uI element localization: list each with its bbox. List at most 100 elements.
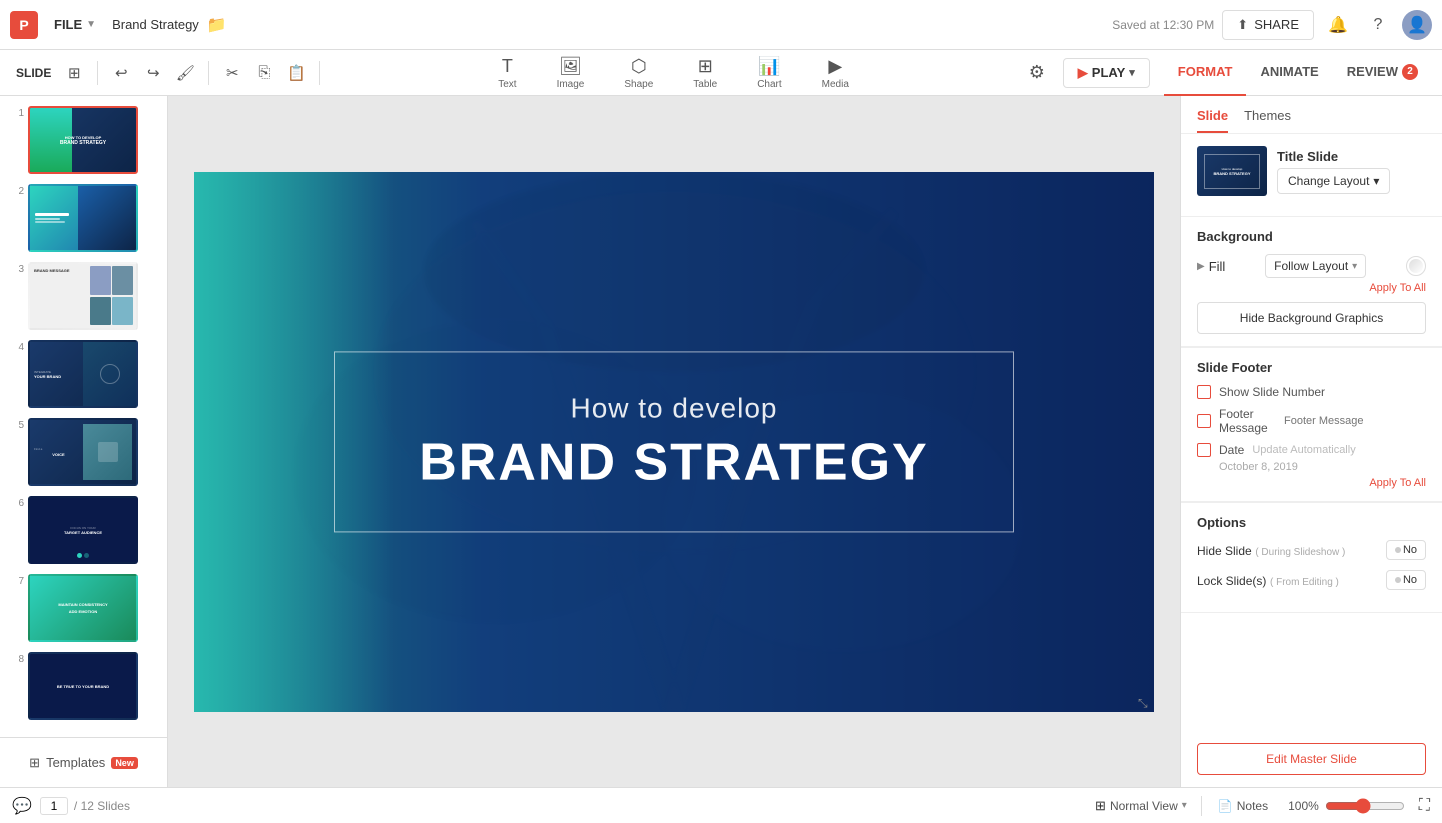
insert-chart-button[interactable]: 📊 Chart	[747, 52, 791, 94]
redo-button[interactable]: ↪	[138, 58, 168, 88]
copy-icon: ⎘	[258, 64, 270, 81]
slide-number: 8	[8, 652, 24, 665]
show-slide-number-checkbox[interactable]	[1197, 385, 1211, 399]
date-checkbox[interactable]	[1197, 443, 1211, 457]
paste-button[interactable]: 📋	[281, 58, 311, 88]
insert-shape-button[interactable]: ⬡ Shape	[614, 52, 663, 94]
lock-slide-sub: ( From Editing )	[1270, 577, 1339, 588]
list-item[interactable]: 4 Integrate YOUR BRAND	[6, 338, 161, 410]
slide-thumbnail[interactable]	[28, 184, 138, 252]
notifications-button[interactable]: 🔔	[1322, 9, 1354, 41]
fill-select[interactable]: Follow Layout ▾	[1265, 254, 1366, 278]
play-chevron-icon: ▾	[1129, 66, 1135, 79]
share-button[interactable]: ⬆ SHARE	[1222, 10, 1314, 40]
date-label: Date	[1219, 443, 1244, 457]
list-item[interactable]: 5 Find a VOICE	[6, 416, 161, 488]
fill-chevron-icon: ▾	[1352, 261, 1357, 272]
format-tabs: FORMAT ANIMATE REVIEW 2	[1164, 50, 1432, 96]
templates-bar[interactable]: ⊞ Templates New	[0, 737, 167, 787]
slide-thumbnail[interactable]: Find a VOICE	[28, 418, 138, 486]
hide-background-button[interactable]: Hide Background Graphics	[1197, 302, 1426, 334]
apply-to-all-footer-link[interactable]: Apply To All	[1197, 477, 1426, 489]
insert-table-button[interactable]: ⊞ Table	[683, 52, 727, 94]
fill-color-swatch[interactable]	[1406, 256, 1426, 276]
tab-themes[interactable]: Themes	[1244, 108, 1291, 133]
tab-slide[interactable]: Slide	[1197, 108, 1228, 133]
toggle-view-button[interactable]: ⊞	[59, 58, 89, 88]
undo-icon: ↩	[115, 64, 128, 82]
image-icon: 🖼	[559, 56, 582, 77]
file-label: FILE	[54, 17, 82, 32]
file-menu-button[interactable]: FILE ▼	[46, 13, 104, 36]
list-item[interactable]: 8 BE TRUE TO YOUR BRAND	[6, 650, 161, 722]
play-button[interactable]: ▶ PLAY ▾	[1063, 58, 1150, 88]
list-item[interactable]: 7 Maintain Consistency Add Emotion	[6, 572, 161, 644]
right-panel-tabs: Slide Themes	[1181, 96, 1442, 134]
paint-format-button[interactable]: 🖌	[170, 58, 200, 88]
list-item[interactable]: 1 How to developBRAND STRATEGY	[6, 104, 161, 176]
copy-button[interactable]: ⎘	[249, 58, 279, 88]
fullscreen-icon[interactable]: ⛶	[1419, 797, 1430, 815]
slide-thumbnail[interactable]: Integrate YOUR BRAND	[28, 340, 138, 408]
resize-handle[interactable]: ⤡	[1138, 696, 1150, 708]
settings-button[interactable]: ⚙	[1021, 57, 1053, 89]
footer-message-checkbox[interactable]	[1197, 414, 1211, 428]
slide-thumbnail[interactable]: Maintain Consistency Add Emotion	[28, 574, 138, 642]
page-number-input[interactable]	[40, 797, 68, 815]
help-button[interactable]: ?	[1362, 9, 1394, 41]
change-layout-button[interactable]: Change Layout ▾	[1277, 168, 1390, 194]
tab-animate[interactable]: ANIMATE	[1246, 50, 1332, 96]
avatar[interactable]: 👤	[1402, 10, 1432, 40]
insert-text-button[interactable]: T Text	[488, 52, 526, 94]
paint-icon: 🖌	[176, 64, 195, 82]
chevron-down-icon: ▾	[1373, 174, 1379, 188]
image-label: Image	[557, 79, 585, 90]
zoom-controls: 100% ⛶	[1288, 797, 1430, 815]
chat-icon[interactable]: 💬	[12, 796, 32, 816]
slide-preview-text: How to developBRAND STRATEGY	[60, 135, 106, 146]
hide-slide-sub: ( During Slideshow )	[1255, 547, 1345, 558]
notes-button[interactable]: 📄 Notes	[1210, 797, 1276, 815]
lock-slide-toggle[interactable]: No	[1386, 570, 1426, 590]
new-badge: New	[111, 757, 138, 769]
slide-panel: 1 How to developBRAND STRATEGY 2	[0, 96, 168, 787]
zoom-value: 100%	[1288, 799, 1319, 813]
cut-icon: ✂	[226, 64, 239, 82]
slide-content-box[interactable]: How to develop BRAND STRATEGY	[334, 351, 1014, 532]
hide-slide-value: No	[1403, 544, 1417, 556]
insert-media-button[interactable]: ▶ Media	[812, 52, 859, 94]
insert-tools: T Text 🖼 Image ⬡ Shape ⊞ Table 📊 Chart ▶…	[328, 52, 1018, 94]
apply-to-all-link[interactable]: Apply To All	[1197, 282, 1426, 294]
tab-review[interactable]: REVIEW 2	[1333, 50, 1432, 96]
insert-image-button[interactable]: 🖼 Image	[547, 52, 595, 94]
hide-slide-toggle[interactable]: No	[1386, 540, 1426, 560]
footer-message-input[interactable]	[1284, 415, 1426, 427]
play-label: PLAY	[1092, 65, 1125, 80]
media-label: Media	[822, 79, 849, 90]
slide-label: SLIDE	[10, 66, 57, 80]
date-auto-label: Update Automatically	[1252, 444, 1426, 456]
view-chevron-icon: ▾	[1182, 800, 1187, 811]
paste-icon: 📋	[287, 64, 306, 82]
list-item[interactable]: 2	[6, 182, 161, 254]
slide-thumbnail[interactable]: BE TRUE TO YOUR BRAND	[28, 652, 138, 720]
page-nav: / 12 Slides	[40, 797, 130, 815]
bell-icon: 🔔	[1328, 15, 1348, 35]
slide-thumbnail[interactable]: How to developBRAND STRATEGY	[28, 106, 138, 174]
list-item[interactable]: 3 BRAND MESSAGE	[6, 260, 161, 332]
text-label: Text	[498, 79, 516, 90]
slide-subtitle: How to develop	[385, 392, 963, 424]
edit-master-slide-button[interactable]: Edit Master Slide	[1197, 743, 1426, 775]
view-layout-button[interactable]: ⊞ Normal View ▾	[1089, 796, 1193, 816]
table-label: Table	[693, 79, 717, 90]
slide-thumbnail[interactable]: BRAND MESSAGE	[28, 262, 138, 330]
page-total: / 12 Slides	[74, 799, 130, 813]
undo-button[interactable]: ↩	[106, 58, 136, 88]
background-section: Background ▶ Fill Follow Layout ▾ Apply …	[1181, 217, 1442, 347]
cut-button[interactable]: ✂	[217, 58, 247, 88]
slide-canvas[interactable]: How to develop BRAND STRATEGY ⤡	[194, 172, 1154, 712]
tab-format[interactable]: FORMAT	[1164, 50, 1247, 96]
zoom-slider[interactable]	[1325, 798, 1405, 814]
slide-thumbnail[interactable]: Focus on your TARGET AUDIENCE	[28, 496, 138, 564]
list-item[interactable]: 6 Focus on your TARGET AUDIENCE	[6, 494, 161, 566]
